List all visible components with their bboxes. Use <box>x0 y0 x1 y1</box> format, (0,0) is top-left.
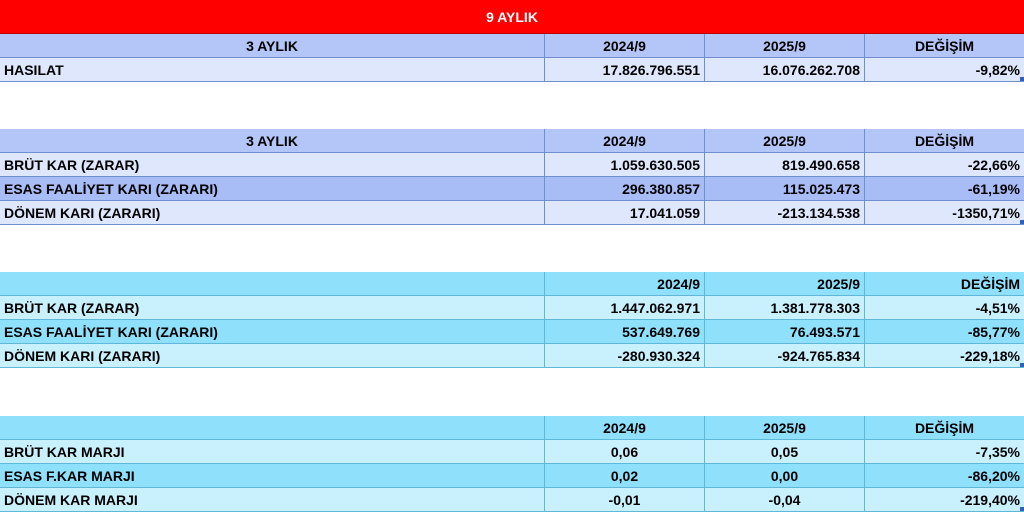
value-2024[interactable]: 537.649.769 <box>545 320 705 344</box>
value-2024[interactable]: 17.826.796.551 <box>545 58 705 82</box>
table-row[interactable]: BRÜT KAR (ZARAR) 1.447.062.971 1.381.778… <box>0 296 1024 320</box>
value-2025[interactable]: 0,00 <box>705 464 865 488</box>
value-change-text: -9,82% <box>975 61 1020 78</box>
block3-header-label[interactable] <box>0 272 545 296</box>
value-2025[interactable]: -924.765.834 <box>705 344 865 368</box>
value-2024[interactable]: 17.041.059 <box>545 201 705 225</box>
value-change[interactable]: -86,20% <box>865 464 1024 488</box>
table-row[interactable]: BRÜT KAR (ZARAR) 1.059.630.505 819.490.6… <box>0 153 1024 177</box>
value-2024[interactable]: 0,02 <box>545 464 705 488</box>
sheet-title-row[interactable]: 9 AYLIK <box>0 0 1024 34</box>
table-row[interactable]: DÖNEM KAR MARJI -0,01 -0,04 -219,40% <box>0 488 1024 512</box>
value-2025[interactable]: 115.025.473 <box>705 177 865 201</box>
value-change[interactable]: -219,40% <box>865 488 1024 512</box>
block4-header-2025[interactable]: 2025/9 <box>705 416 865 440</box>
value-2024[interactable]: 0,06 <box>545 440 705 464</box>
table-row[interactable]: ESAS F.KAR MARJI 0,02 0,00 -86,20% <box>0 464 1024 488</box>
value-change[interactable]: -61,19% <box>865 177 1024 201</box>
value-2024[interactable]: 1.447.062.971 <box>545 296 705 320</box>
value-2024[interactable]: 1.059.630.505 <box>545 153 705 177</box>
value-change[interactable]: -1350,71% <box>865 201 1024 225</box>
block2-header-row[interactable]: 3 AYLIK 2024/9 2025/9 DEĞİŞİM <box>0 129 1024 153</box>
table-row[interactable]: DÖNEM KARI (ZARARI) 17.041.059 -213.134.… <box>0 201 1024 225</box>
cell-marker-icon <box>1020 507 1024 511</box>
row-label[interactable]: ESAS FAALİYET KARI (ZARARI) <box>0 320 545 344</box>
value-2025[interactable]: 819.490.658 <box>705 153 865 177</box>
block4-header-label[interactable] <box>0 416 545 440</box>
block1-header-2024[interactable]: 2024/9 <box>545 34 705 58</box>
table-row[interactable]: BRÜT KAR MARJI 0,06 0,05 -7,35% <box>0 440 1024 464</box>
block3-header-2025[interactable]: 2025/9 <box>705 272 865 296</box>
row-label[interactable]: BRÜT KAR (ZARAR) <box>0 296 545 320</box>
row-label[interactable]: ESAS F.KAR MARJI <box>0 464 545 488</box>
row-label[interactable]: HASILAT <box>0 58 545 82</box>
block1-header-label[interactable]: 3 AYLIK <box>0 34 545 58</box>
cell-marker-icon <box>1020 77 1024 81</box>
block4-header-change[interactable]: DEĞİŞİM <box>865 416 1024 440</box>
value-change[interactable]: -7,35% <box>865 440 1024 464</box>
row-label[interactable]: ESAS FAALİYET KARI (ZARARI) <box>0 177 545 201</box>
value-2025[interactable]: 16.076.262.708 <box>705 58 865 82</box>
value-change[interactable]: -9,82% <box>865 58 1024 82</box>
block2-header-change[interactable]: DEĞİŞİM <box>865 129 1024 153</box>
cell-marker-icon <box>1020 363 1024 367</box>
cell-marker-icon <box>1020 220 1024 224</box>
value-2024[interactable]: -0,01 <box>545 488 705 512</box>
value-2025[interactable]: 1.381.778.303 <box>705 296 865 320</box>
value-2025[interactable]: 76.493.571 <box>705 320 865 344</box>
table-row[interactable]: HASILAT 17.826.796.551 16.076.262.708 -9… <box>0 58 1024 82</box>
row-label[interactable]: DÖNEM KARI (ZARARI) <box>0 344 545 368</box>
block4-header-row[interactable]: 2024/9 2025/9 DEĞİŞİM <box>0 416 1024 440</box>
block3-header-row[interactable]: 2024/9 2025/9 DEĞİŞİM <box>0 272 1024 296</box>
value-change[interactable]: -4,51% <box>865 296 1024 320</box>
value-change-text: -1350,71% <box>952 204 1020 221</box>
table-row[interactable]: DÖNEM KARI (ZARARI) -280.930.324 -924.76… <box>0 344 1024 368</box>
block4-header-2024[interactable]: 2024/9 <box>545 416 705 440</box>
value-2024[interactable]: -280.930.324 <box>545 344 705 368</box>
block3-header-change[interactable]: DEĞİŞİM <box>865 272 1024 296</box>
value-change-text: -219,40% <box>960 491 1020 508</box>
table-row[interactable]: ESAS FAALİYET KARI (ZARARI) 296.380.857 … <box>0 177 1024 201</box>
row-label[interactable]: DÖNEM KARI (ZARARI) <box>0 201 545 225</box>
sheet-title[interactable]: 9 AYLIK <box>0 0 1024 33</box>
value-change[interactable]: -22,66% <box>865 153 1024 177</box>
block3-header-2024[interactable]: 2024/9 <box>545 272 705 296</box>
row-label[interactable]: DÖNEM KAR MARJI <box>0 488 545 512</box>
value-2025[interactable]: 0,05 <box>705 440 865 464</box>
value-change[interactable]: -85,77% <box>865 320 1024 344</box>
row-label[interactable]: BRÜT KAR (ZARAR) <box>0 153 545 177</box>
block2-header-2025[interactable]: 2025/9 <box>705 129 865 153</box>
block1-header-change[interactable]: DEĞİŞİM <box>865 34 1024 58</box>
block1-header-2025[interactable]: 2025/9 <box>705 34 865 58</box>
value-2024[interactable]: 296.380.857 <box>545 177 705 201</box>
block1-header-row[interactable]: 3 AYLIK 2024/9 2025/9 DEĞİŞİM <box>0 34 1024 58</box>
value-change-text: -229,18% <box>960 347 1020 364</box>
row-label[interactable]: BRÜT KAR MARJI <box>0 440 545 464</box>
value-change[interactable]: -229,18% <box>865 344 1024 368</box>
block2-header-2024[interactable]: 2024/9 <box>545 129 705 153</box>
table-row[interactable]: ESAS FAALİYET KARI (ZARARI) 537.649.769 … <box>0 320 1024 344</box>
value-2025[interactable]: -213.134.538 <box>705 201 865 225</box>
value-2025[interactable]: -0,04 <box>705 488 865 512</box>
block2-header-label[interactable]: 3 AYLIK <box>0 129 545 153</box>
